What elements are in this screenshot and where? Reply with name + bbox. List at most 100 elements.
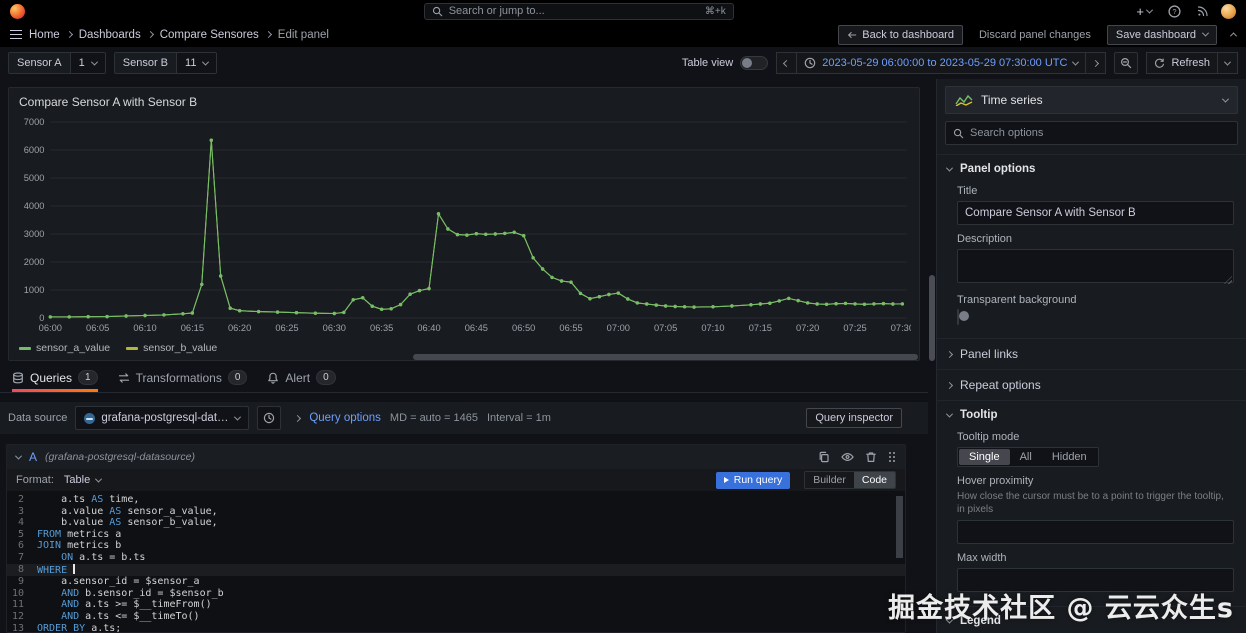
hover-proximity-input[interactable] bbox=[957, 520, 1234, 544]
datasource-picker[interactable]: grafana-postgresql-data... bbox=[75, 406, 250, 430]
panel-preview-area: Compare Sensor A with Sensor B 0 1000 2000… bbox=[0, 79, 928, 363]
refresh-control: Refresh bbox=[1146, 52, 1238, 74]
query-history-button[interactable] bbox=[257, 406, 282, 430]
variable-sensor-b[interactable]: Sensor B 11 bbox=[113, 52, 218, 74]
time-shift-back-button[interactable] bbox=[776, 52, 798, 74]
help-icon[interactable]: ? bbox=[1164, 2, 1185, 20]
sql-code-editor[interactable]: 2 a.ts AS time, 3 a.value AS sensor_a_val… bbox=[7, 491, 905, 632]
time-range-picker: 2023-05-29 06:00:00 to 2023-05-29 07:30:… bbox=[776, 52, 1107, 74]
postgres-icon bbox=[84, 412, 96, 424]
panel-links-row[interactable]: Panel links bbox=[937, 338, 1246, 369]
timeseries-panel[interactable]: Compare Sensor A with Sensor B 0 1000 2000… bbox=[8, 87, 920, 361]
time-shift-forward-button[interactable] bbox=[1086, 52, 1107, 74]
run-query-button[interactable]: Run query bbox=[715, 471, 791, 489]
news-icon[interactable] bbox=[1193, 2, 1213, 20]
svg-text:5000: 5000 bbox=[24, 172, 45, 183]
menu-icon[interactable] bbox=[10, 30, 22, 39]
hide-query-eye-icon[interactable] bbox=[841, 451, 854, 463]
svg-text:07:00: 07:00 bbox=[607, 322, 630, 333]
svg-text:06:35: 06:35 bbox=[370, 322, 393, 333]
breadcrumb-dashboard-name[interactable]: Compare Sensores bbox=[160, 29, 259, 41]
variable-sensor-a[interactable]: Sensor A 1 bbox=[8, 52, 106, 74]
chevron-down-icon bbox=[90, 58, 98, 66]
discard-panel-changes-button[interactable]: Discard panel changes bbox=[971, 25, 1099, 45]
tooltip-mode-group: Single All Hidden bbox=[957, 447, 1099, 467]
section-legend: Legend Visibility Mode List Table bbox=[937, 606, 1246, 633]
format-label: Format: bbox=[16, 474, 54, 486]
refresh-icon bbox=[1155, 58, 1165, 68]
editor-scrollbar[interactable] bbox=[896, 496, 903, 558]
svg-text:07:25: 07:25 bbox=[843, 322, 866, 333]
hover-proximity-label: Hover proximity bbox=[957, 475, 1034, 487]
text-cursor bbox=[73, 563, 75, 574]
duplicate-query-icon[interactable] bbox=[818, 451, 830, 463]
chevron-down-icon bbox=[202, 58, 210, 66]
collapse-pane-icon[interactable] bbox=[1229, 32, 1238, 40]
global-search[interactable]: ⌘+k bbox=[423, 2, 734, 20]
panel-options-header[interactable]: Panel options bbox=[937, 155, 1246, 183]
query-options-toggle[interactable]: Query options MD = auto = 1465 Interval … bbox=[294, 412, 551, 424]
max-width-input[interactable] bbox=[957, 568, 1234, 592]
hover-proximity-description: How close the cursor must be to a point … bbox=[957, 491, 1224, 515]
table-view-toggle[interactable] bbox=[740, 56, 769, 70]
visualization-picker[interactable]: Time series bbox=[945, 86, 1238, 114]
nav-row: Home Dashboards Compare Sensores Edit pa… bbox=[0, 22, 1246, 47]
query-datasource-hint: (grafana-postgresql-datasource) bbox=[45, 451, 196, 463]
panel-description-textarea[interactable] bbox=[957, 249, 1234, 283]
tab-queries[interactable]: Queries 1 bbox=[12, 363, 98, 392]
tooltip-mode-single[interactable]: Single bbox=[959, 449, 1010, 465]
collapse-query-icon[interactable] bbox=[14, 452, 23, 460]
legend-header[interactable]: Legend bbox=[937, 607, 1246, 633]
svg-text:06:30: 06:30 bbox=[323, 322, 346, 333]
repeat-options-row[interactable]: Repeat options bbox=[937, 369, 1246, 400]
code-line: 13 ORDER BY a.ts; bbox=[11, 622, 122, 632]
legend-item[interactable]: sensor_b_value bbox=[126, 342, 217, 354]
breadcrumb: Home Dashboards Compare Sensores Edit pa… bbox=[29, 29, 329, 41]
user-avatar[interactable] bbox=[1221, 3, 1236, 19]
variable-label: Sensor B bbox=[114, 53, 178, 73]
tab-transformations[interactable]: Transformations 0 bbox=[118, 363, 248, 392]
svg-text:?: ? bbox=[1172, 6, 1176, 15]
options-search-input[interactable] bbox=[970, 127, 1230, 139]
chevron-down-icon bbox=[945, 410, 954, 418]
breadcrumb-dashboards[interactable]: Dashboards bbox=[79, 29, 141, 41]
editor-mode-switch: Builder Code bbox=[804, 471, 896, 489]
panel-title-input[interactable] bbox=[957, 201, 1234, 225]
builder-mode-option[interactable]: Builder bbox=[805, 472, 854, 488]
format-select[interactable]: Table bbox=[60, 473, 105, 487]
query-row-header[interactable]: A (grafana-postgresql-datasource) bbox=[7, 445, 905, 469]
global-search-input[interactable] bbox=[448, 5, 699, 17]
delete-query-trash-icon[interactable] bbox=[865, 451, 877, 463]
transparent-background-toggle[interactable] bbox=[957, 309, 959, 325]
refresh-interval-caret[interactable] bbox=[1218, 52, 1238, 74]
svg-text:06:10: 06:10 bbox=[133, 322, 156, 333]
back-to-dashboard-button[interactable]: Back to dashboard bbox=[838, 24, 963, 45]
tooltip-mode-all[interactable]: All bbox=[1010, 449, 1042, 465]
drag-handle-icon[interactable] bbox=[888, 451, 896, 463]
refresh-button[interactable]: Refresh bbox=[1146, 52, 1218, 74]
description-field-label: Description bbox=[957, 233, 1013, 245]
svg-text:06:45: 06:45 bbox=[465, 322, 488, 333]
legend-item[interactable]: sensor_a_value bbox=[19, 342, 110, 354]
tooltip-mode-hidden[interactable]: Hidden bbox=[1042, 449, 1097, 465]
query-inspector-button[interactable]: Query inspector bbox=[806, 408, 902, 428]
main-scrollbar-thumb[interactable] bbox=[929, 275, 935, 361]
clock-icon bbox=[804, 57, 816, 69]
grafana-logo-icon[interactable] bbox=[10, 3, 25, 19]
database-icon bbox=[13, 371, 23, 383]
time-range-button[interactable]: 2023-05-29 06:00:00 to 2023-05-29 07:30:… bbox=[797, 52, 1087, 74]
svg-text:07:15: 07:15 bbox=[749, 322, 772, 333]
svg-text:06:20: 06:20 bbox=[228, 322, 251, 333]
zoom-out-time-button[interactable] bbox=[1114, 52, 1139, 74]
tab-alert[interactable]: Alert 0 bbox=[267, 363, 336, 392]
add-button[interactable]: + bbox=[1132, 2, 1156, 20]
tooltip-header[interactable]: Tooltip bbox=[937, 401, 1246, 429]
datasource-label: Data source bbox=[8, 412, 68, 424]
options-search[interactable] bbox=[945, 121, 1238, 145]
breadcrumb-home[interactable]: Home bbox=[29, 29, 60, 41]
code-mode-option[interactable]: Code bbox=[853, 472, 895, 488]
query-ref-id: A bbox=[29, 450, 38, 464]
horizontal-scrollbar[interactable] bbox=[413, 354, 918, 360]
save-dashboard-button[interactable]: Save dashboard bbox=[1106, 24, 1217, 45]
save-options-caret-icon[interactable] bbox=[1201, 29, 1210, 37]
